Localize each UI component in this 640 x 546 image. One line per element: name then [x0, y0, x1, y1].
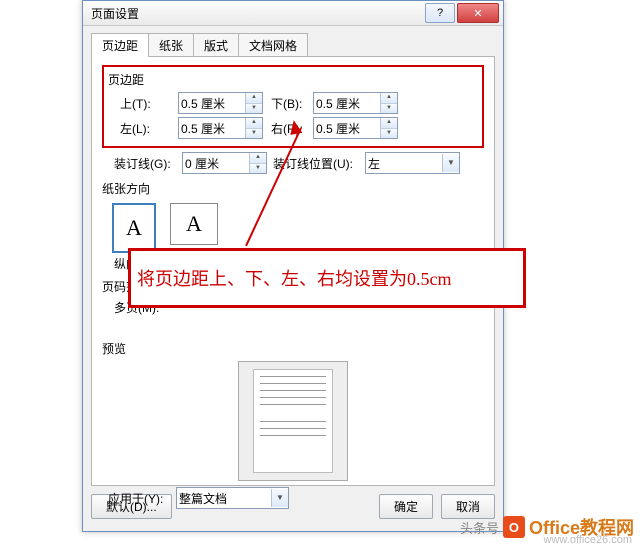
spinner-arrows[interactable]: ▲▼: [249, 153, 266, 173]
chevron-down-icon[interactable]: ▼: [271, 489, 288, 507]
gutter-label: 装订线(G):: [102, 155, 182, 172]
close-button[interactable]: ✕: [457, 3, 499, 23]
right-spinner[interactable]: ▲▼: [313, 117, 398, 139]
portrait-icon: A: [112, 203, 156, 253]
left-label: 左(L):: [108, 120, 178, 137]
tab-margins[interactable]: 页边距: [91, 33, 149, 57]
close-icon: ✕: [473, 7, 482, 20]
top-spinner[interactable]: ▲▼: [178, 92, 263, 114]
orientation-section-title: 纸张方向: [102, 180, 484, 197]
annotation-callout: 将页边距上、下、左、右均设置为0.5cm: [128, 248, 526, 308]
right-input[interactable]: [314, 120, 380, 136]
spinner-arrows[interactable]: ▲▼: [380, 118, 397, 138]
office-logo-icon: O: [503, 516, 525, 538]
spinner-arrows[interactable]: ▲▼: [245, 93, 262, 113]
preview-section-title: 预览: [102, 340, 484, 357]
top-label: 上(T):: [108, 95, 178, 112]
top-input[interactable]: [179, 95, 245, 111]
chevron-down-icon[interactable]: ▼: [442, 154, 459, 172]
gutter-spinner[interactable]: ▲▼: [182, 152, 267, 174]
tabstrip: 页边距 纸张 版式 文档网格: [83, 26, 503, 56]
bottom-spinner[interactable]: ▲▼: [313, 92, 398, 114]
margins-section-title: 页边距: [108, 71, 478, 88]
left-spinner[interactable]: ▲▼: [178, 117, 263, 139]
gutter-pos-input[interactable]: [366, 155, 442, 171]
titlebar[interactable]: 页面设置 ? ✕: [83, 1, 503, 26]
left-input[interactable]: [179, 120, 245, 136]
spinner-arrows[interactable]: ▲▼: [380, 93, 397, 113]
bottom-input[interactable]: [314, 95, 380, 111]
spinner-arrows[interactable]: ▲▼: [245, 118, 262, 138]
tab-grid[interactable]: 文档网格: [238, 33, 308, 57]
annotation-arrow-head: [288, 119, 302, 135]
applyto-input[interactable]: [177, 490, 271, 506]
gutter-input[interactable]: [183, 155, 249, 171]
tab-layout[interactable]: 版式: [193, 33, 239, 57]
applyto-combo[interactable]: ▼: [176, 487, 289, 509]
dialog-title: 页面设置: [91, 5, 423, 22]
footer-url: www.office26.com: [544, 534, 632, 546]
tab-paper[interactable]: 纸张: [148, 33, 194, 57]
footer-lead: 头条号: [460, 518, 499, 537]
bottom-label: 下(B):: [263, 95, 313, 112]
gutter-pos-combo[interactable]: ▼: [365, 152, 460, 174]
help-button[interactable]: ?: [425, 3, 455, 23]
preview-page-icon: [253, 369, 333, 473]
preview-box: [238, 361, 348, 481]
applyto-label: 应用于(Y):: [102, 490, 176, 507]
landscape-icon: A: [170, 203, 218, 245]
margins-highlight: 页边距 上(T): ▲▼ 下(B): ▲▼ 左(L): ▲▼: [102, 65, 484, 148]
